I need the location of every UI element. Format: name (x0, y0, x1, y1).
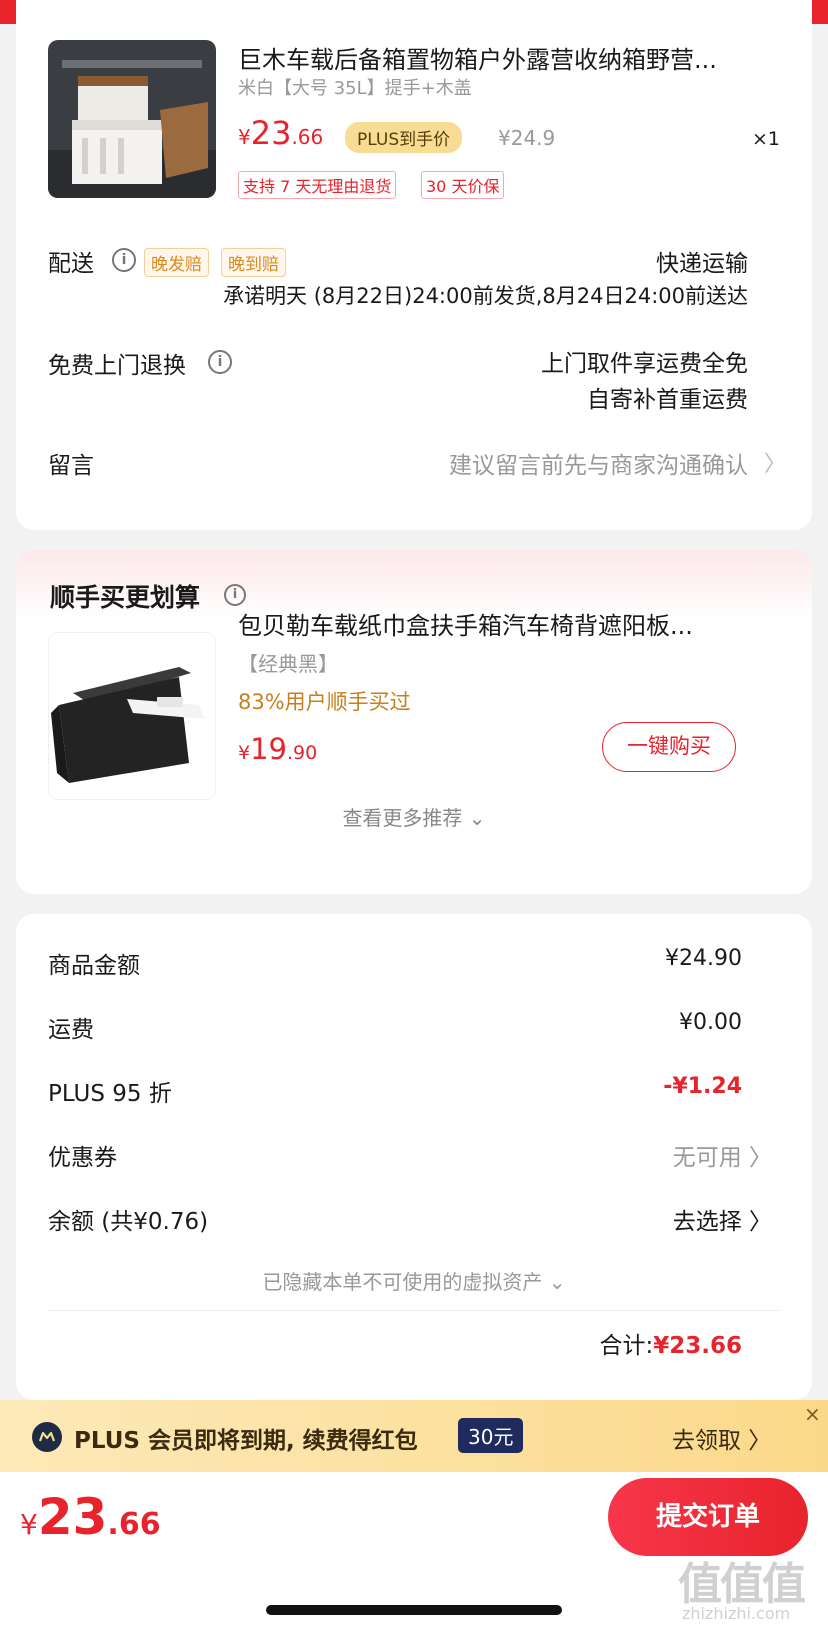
return-info-icon[interactable]: i (208, 350, 232, 374)
product-thumbnail[interactable] (48, 40, 216, 198)
close-icon[interactable]: × (804, 1402, 821, 1426)
return-pickup-text: 上门取件享运费全免 (541, 351, 748, 377)
price-symbol: ¥ (238, 125, 251, 149)
checkout-price-integer: 23 (37, 1488, 108, 1546)
one-click-buy-button[interactable]: 一键购买 (602, 722, 736, 772)
total-row: 合计:¥23.66 (599, 1326, 742, 1360)
addon-info-icon[interactable]: i (224, 584, 246, 606)
addon-spec[interactable]: 【经典黑】 (238, 648, 338, 677)
claim-button[interactable]: 去领取 〉 (672, 1421, 771, 1455)
addon-price: ¥19.90 (238, 732, 317, 766)
plus-crown-icon (32, 1422, 62, 1452)
shipping-value: ¥0.00 (679, 1010, 742, 1035)
checkout-price-decimal: .66 (107, 1507, 161, 1542)
summary-divider (48, 1310, 780, 1311)
return-self-send-text: 自寄补首重运费 (587, 387, 748, 413)
total-value: ¥23.66 (653, 1333, 742, 1359)
checkout-price-symbol: ¥ (20, 1508, 38, 1541)
coupon-label: 优惠券 (48, 1145, 117, 1171)
plus-banner-text: PLUS 会员即将到期, 续费得红包 (74, 1428, 418, 1454)
plus-discount-value: -¥1.24 (663, 1074, 742, 1099)
plus-discount-label: PLUS 95 折 (48, 1081, 172, 1107)
product-price: ¥23.66 (238, 114, 323, 152)
addon-title[interactable]: 包贝勒车载纸巾盒扶手箱汽车椅背遮阳板... (238, 606, 768, 641)
shipping-label: 运费 (48, 1017, 94, 1043)
tissue-box-image (49, 633, 215, 799)
message-field[interactable]: 建议留言前先与商家沟通确认 (449, 446, 748, 480)
addon-heading: 顺手买更划算 (50, 583, 201, 612)
price-protect-tag: 30 天价保 (421, 171, 505, 199)
delivery-info-icon[interactable]: i (112, 248, 136, 272)
delivery-method[interactable]: 快递运输 (656, 244, 748, 278)
addon-thumbnail[interactable] (48, 632, 216, 800)
addon-social-proof: 83%用户顺手买过 (238, 690, 411, 714)
checkout-total-price: ¥23.66 (20, 1488, 161, 1546)
delivery-promise: 承诺明天 (8月22日)24:00前发货,8月24日24:00前送达 (223, 284, 748, 308)
coupon-selector[interactable]: 无可用 〉 (673, 1138, 772, 1172)
delivery-label: 配送 (48, 251, 94, 277)
balance-selector[interactable]: 去选择 〉 (673, 1202, 772, 1236)
home-indicator[interactable] (266, 1605, 562, 1615)
goods-amount-value: ¥24.90 (665, 946, 742, 971)
addon-price-integer: 19 (250, 732, 287, 766)
price-decimal: .66 (291, 125, 324, 149)
price-summary-card: 商品金额 ¥24.90 运费 ¥0.00 PLUS 95 折 -¥1.24 优惠… (16, 914, 812, 1400)
addon-price-decimal: .90 (287, 742, 318, 764)
original-price: ¥24.9 (498, 126, 556, 150)
price-integer: 23 (250, 114, 292, 152)
return-policy-tag: 支持 7 天无理由退货 (238, 171, 397, 199)
product-title[interactable]: 巨木车载后备箱置物箱户外露营收纳箱野营... (238, 40, 768, 75)
hidden-assets-toggle[interactable]: 已隐藏本单不可使用的虚拟资产 ⌄ (16, 1266, 812, 1295)
plus-price-badge: PLUS到手价 (345, 122, 463, 153)
product-spec[interactable]: 米白【大号 35L】提手+木盖 (238, 74, 472, 100)
watermark-logo: 值值值 (678, 1559, 806, 1610)
storage-box-image (48, 40, 216, 198)
submit-order-button[interactable]: 提交订单 (608, 1478, 808, 1556)
quantity-label: ×1 (752, 128, 781, 150)
late-arrival-badge: 晚到赔 (221, 248, 286, 277)
late-ship-badge: 晚发赔 (144, 248, 209, 277)
order-item-card: 巨木车载后备箱置物箱户外露营收纳箱野营... 米白【大号 35L】提手+木盖 ¥… (16, 0, 812, 530)
message-label: 留言 (48, 453, 94, 479)
plus-renewal-banner[interactable]: PLUS 会员即将到期, 续费得红包 30元 去领取 〉 × (0, 1400, 828, 1472)
total-label: 合计: (599, 1333, 654, 1359)
red-packet-badge: 30元 (458, 1418, 524, 1453)
addon-price-symbol: ¥ (238, 742, 251, 764)
balance-label: 余额 (共¥0.76) (48, 1209, 209, 1235)
goods-amount-label: 商品金额 (48, 953, 140, 979)
view-more-recommend-button[interactable]: 查看更多推荐 ⌄ (16, 802, 812, 831)
chevron-right-icon[interactable]: 〉 (764, 446, 786, 478)
free-return-label: 免费上门退换 (48, 353, 186, 379)
addon-recommend-card: 顺手买更划算 i 包贝勒车载纸巾盒扶手箱汽车椅背遮阳板... 【经典黑】 83%… (16, 550, 812, 894)
watermark-url: zhizhizhi.com (682, 1604, 791, 1623)
